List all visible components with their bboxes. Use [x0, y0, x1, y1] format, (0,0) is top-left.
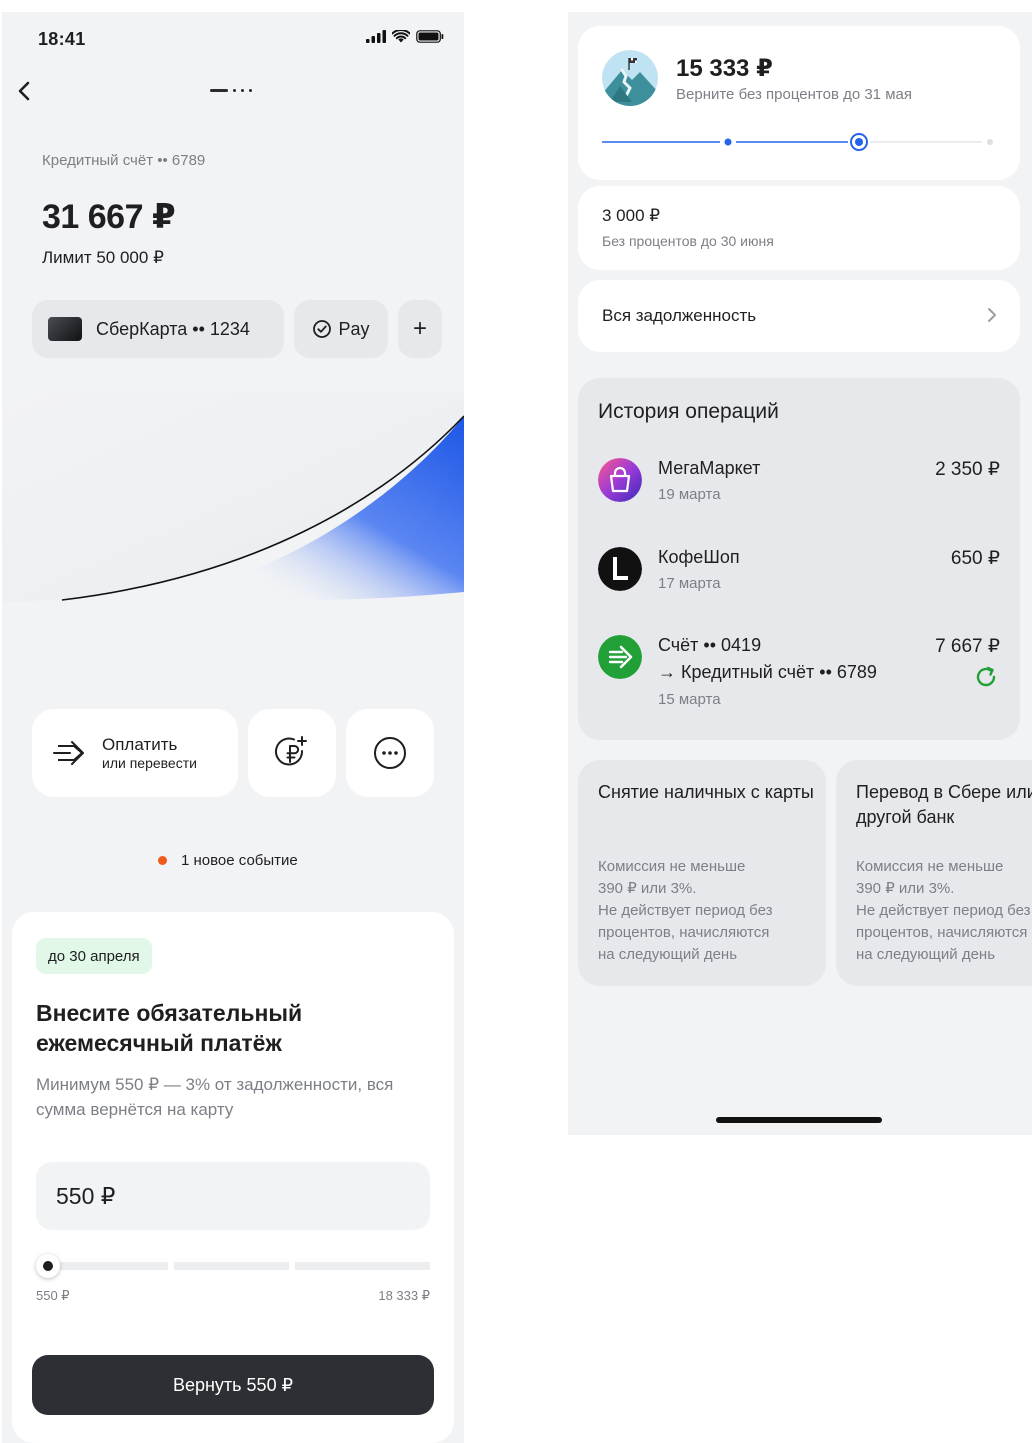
slider-handle[interactable] — [36, 1254, 60, 1278]
payment-amount-value: 550 ₽ — [56, 1182, 116, 1209]
grace-deadline: Верните без процентов до 31 мая — [676, 86, 912, 103]
payment-amount-input[interactable]: 550 ₽ — [36, 1162, 430, 1230]
ruble-plus-icon — [275, 736, 307, 766]
payment-amount-slider[interactable] — [36, 1254, 430, 1278]
history-item[interactable]: КофеШоп 17 марта 650 ₽ — [598, 547, 1000, 617]
bank-transfer-card[interactable]: Перевод в Сбере или в другой банк Комисс… — [836, 760, 1032, 986]
back-button[interactable] — [12, 76, 42, 106]
info-title: Снятие наличных с карты — [598, 782, 814, 802]
operations-history: История операций МегаМаркет 19 марта 2 3… — [578, 378, 1020, 740]
payment-title: Внесите обязательный ежемесячный платёж — [36, 1000, 303, 1056]
coffee-shop-icon — [598, 547, 642, 591]
linked-card-chip[interactable]: СберКарта •• 1234 — [32, 300, 284, 358]
chevron-left-icon — [18, 81, 30, 101]
info-text: Комиссия не меньше 390 ₽ или 3%. Не дейс… — [856, 858, 1031, 963]
wifi-icon — [392, 30, 410, 43]
operation-amount: 650 ₽ — [950, 548, 1000, 569]
operation-name: КофеШоп — [658, 547, 740, 567]
add-card-button[interactable]: + — [398, 300, 442, 358]
operation-date: 19 марта — [658, 486, 721, 503]
grace-amount: 15 333 ₽ — [676, 55, 773, 82]
pay-or-transfer-button[interactable]: Оплатить или перевести — [32, 709, 238, 797]
check-circle-icon — [313, 320, 332, 338]
credit-limit: Лимит 50 000 ₽ — [42, 248, 164, 267]
pay-chip[interactable]: Pay — [294, 300, 388, 358]
credit-account-screen: 18:41 Кредитный счёт •• 6789 31 667 ₽ Ли… — [2, 12, 464, 1443]
pay-chip-label: Pay — [338, 318, 370, 339]
top-up-button[interactable] — [248, 709, 336, 797]
nav-bar — [2, 72, 464, 112]
operation-date: 15 марта — [658, 691, 721, 708]
status-time: 18:41 — [38, 29, 86, 49]
history-title: История операций — [598, 400, 779, 423]
interest-free-card[interactable]: 3 000 ₽ Без процентов до 30 июня — [578, 186, 1020, 270]
more-icon — [374, 737, 406, 769]
page-indicator — [210, 89, 252, 92]
status-bar: 18:41 — [2, 12, 464, 64]
event-label: 1 новое событие — [181, 852, 298, 869]
grace-period-card[interactable]: 15 333 ₽ Верните без процентов до 31 мая — [578, 26, 1020, 180]
total-debt-row[interactable]: Вся задолженность — [578, 280, 1020, 352]
new-event-link[interactable]: 1 новое событие — [158, 852, 298, 869]
operation-name: Счёт •• 0419 — [658, 635, 762, 655]
pay-button-title: Оплатить — [102, 735, 178, 754]
history-item[interactable]: МегаМаркет 19 марта 2 350 ₽ — [598, 458, 1000, 528]
slider-max-label: 18 333 ₽ — [378, 1288, 430, 1303]
history-item[interactable]: Счёт •• 0419 → Кредитный счёт •• 6789 15… — [598, 635, 1000, 731]
operation-amount: 2 350 ₽ — [935, 459, 1000, 480]
send-arrow-icon — [53, 741, 84, 765]
return-payment-button[interactable]: Вернуть 550 ₽ — [32, 1355, 434, 1415]
interest-free-deadline: Без процентов до 30 июня — [602, 233, 774, 249]
megamarket-icon — [598, 458, 642, 502]
operation-amount: 7 667 ₽ — [935, 636, 1000, 657]
account-label: Кредитный счёт •• 6789 — [42, 152, 206, 169]
status-icons — [366, 30, 444, 43]
slider-min-label: 550 ₽ — [36, 1288, 70, 1303]
signal-icon — [366, 30, 386, 43]
info-text: Комиссия не меньше 390 ₽ или 3%. Не дейс… — [598, 858, 773, 963]
account-balance: 31 667 ₽ — [42, 198, 176, 236]
home-indicator — [716, 1117, 882, 1123]
card-thumbnail-icon — [48, 317, 82, 341]
slider-segment — [295, 1262, 430, 1270]
operation-date: 17 марта — [658, 575, 721, 592]
mandatory-payment-card: до 30 апреля Внесите обязательный ежемес… — [12, 912, 454, 1443]
card-art-graphic — [2, 392, 464, 602]
info-title: Перевод в Сбере или в другой банк — [856, 782, 1032, 827]
operation-name: МегаМаркет — [658, 458, 761, 478]
event-dot — [158, 856, 167, 865]
more-actions-button[interactable] — [346, 709, 434, 797]
total-debt-label: Вся задолженность — [602, 306, 757, 325]
interest-free-amount: 3 000 ₽ — [602, 206, 661, 225]
battery-icon — [416, 30, 444, 43]
linked-card-label: СберКарта •• 1234 — [96, 318, 250, 339]
due-date-badge: до 30 апреля — [36, 938, 152, 974]
payment-subtitle: Минимум 550 ₽ — 3% от задолженности, вся… — [36, 1075, 394, 1119]
transfer-icon — [598, 635, 642, 679]
cash-withdrawal-card[interactable]: Снятие наличных с карты Комиссия не мень… — [578, 760, 826, 986]
mountain-flag-icon — [602, 50, 658, 106]
plus-icon: + — [412, 315, 427, 342]
credit-details-screen: 15 333 ₽ Верните без процентов до 31 мая… — [568, 12, 1032, 1135]
slider-segment — [48, 1262, 168, 1270]
chevron-right-icon — [988, 308, 996, 322]
slider-segment — [174, 1262, 289, 1270]
refresh-icon — [976, 666, 996, 687]
grace-progress-track — [602, 133, 993, 151]
pay-button-subtitle: или перевести — [102, 755, 197, 771]
operation-destination: → Кредитный счёт •• 6789 — [658, 662, 877, 682]
